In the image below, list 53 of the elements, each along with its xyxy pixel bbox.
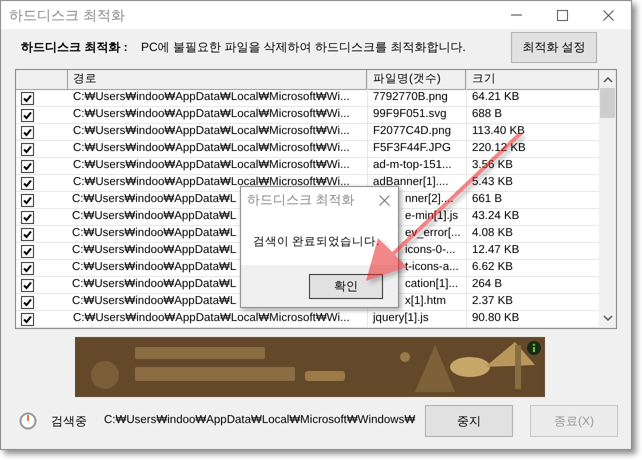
table-cell: F2077C4D.png — [367, 123, 466, 141]
checkbox[interactable] — [21, 228, 34, 240]
column-header[interactable]: 경로 — [68, 70, 367, 89]
checkbox[interactable] — [21, 92, 34, 104]
current-path: C:₩Users₩indoo₩AppData₩Local₩Microsoft₩Windows₩ — [104, 413, 416, 428]
scroll-down-icon[interactable] — [602, 314, 613, 322]
table-cell-text: C:₩Users₩indoo₩AppData₩Local₩Microsoft₩Wi... — [72, 124, 351, 140]
checkbox[interactable] — [21, 244, 34, 258]
maximize-icon[interactable] — [556, 10, 568, 20]
scroll-thumb[interactable] — [600, 88, 616, 118]
window-title: 하드디스크 최적화 — [9, 6, 125, 24]
table-cell-text: C:₩Users₩indoo₩AppData₩L — [71, 226, 236, 242]
table-cell-text: C:₩Users₩indoo₩AppData₩L — [71, 294, 236, 310]
checkbox[interactable] — [21, 194, 34, 206]
table-cell-text: C:₩Users₩indoo₩AppData₩Local₩Microsoft₩Wi... — [72, 311, 351, 326]
table-cell: ad-m-top-151... — [367, 157, 466, 175]
checkbox[interactable] — [21, 126, 34, 138]
checkbox[interactable] — [21, 296, 34, 308]
table-cell-text: C:₩Users₩indoo₩AppData₩L — [71, 243, 236, 258]
table-cell-text: C:₩Users₩indoo₩AppData₩Local₩Microsoft₩Wi... — [72, 158, 351, 174]
checkbox[interactable] — [21, 262, 34, 274]
table-cell-text: C:₩Users₩indoo₩AppData₩Local₩Microsoft₩Wi... — [72, 90, 351, 106]
stop-button[interactable]: 중지 — [425, 405, 513, 437]
table-cell-text: C:₩Users₩indoo₩AppData₩L — [71, 260, 236, 276]
table-cell-text: C:₩Users₩indoo₩AppData₩Local₩Microsoft₩Wi... — [72, 141, 351, 156]
info-icon[interactable] — [527, 341, 541, 355]
table-cell-text: C:₩Users₩indoo₩AppData₩L — [71, 277, 236, 292]
checkbox[interactable] — [21, 160, 34, 172]
checkbox[interactable] — [21, 142, 34, 156]
header-label: 하드디스크 최적화 : — [21, 39, 129, 56]
checkbox[interactable] — [21, 176, 34, 190]
checkbox[interactable] — [21, 312, 34, 326]
checkbox[interactable] — [21, 278, 34, 292]
table-cell: 99F9F051.svg — [367, 106, 466, 124]
dialog-title: 하드디스크 최적화 — [247, 191, 355, 210]
checkbox[interactable] — [21, 108, 34, 122]
close-icon[interactable] — [602, 10, 614, 20]
checkbox[interactable] — [21, 210, 34, 224]
table-cell-text: C:₩Users₩indoo₩AppData₩L — [71, 192, 236, 208]
description-text: PC에 불필요한 파일을 삭제하여 하드디스크를 최적화합니다. — [141, 39, 466, 56]
settings-button[interactable]: 최적화 설정 — [511, 32, 597, 62]
status-label: 검색중 — [51, 413, 88, 430]
table-cell-text: C:₩Users₩indoo₩AppData₩L — [71, 209, 236, 224]
timer-icon — [19, 412, 37, 430]
table-cell: jquery[1].js — [367, 310, 466, 328]
close-icon[interactable] — [379, 194, 390, 206]
column-header[interactable]: 파일명(갯수) — [367, 70, 466, 89]
table-cell: F5F3F44F.JPG — [367, 140, 466, 158]
table-cell: 7792770B.png — [367, 89, 466, 107]
ok-button[interactable]: 확인 — [309, 274, 383, 298]
table-cell-text: C:₩Users₩indoo₩AppData₩Local₩Microsoft₩Wi... — [72, 107, 351, 122]
table-cell-text: C:₩Users₩indoo₩AppData₩Local₩Microsoft₩Wi... — [72, 175, 351, 190]
scroll-up-icon[interactable] — [602, 76, 613, 84]
